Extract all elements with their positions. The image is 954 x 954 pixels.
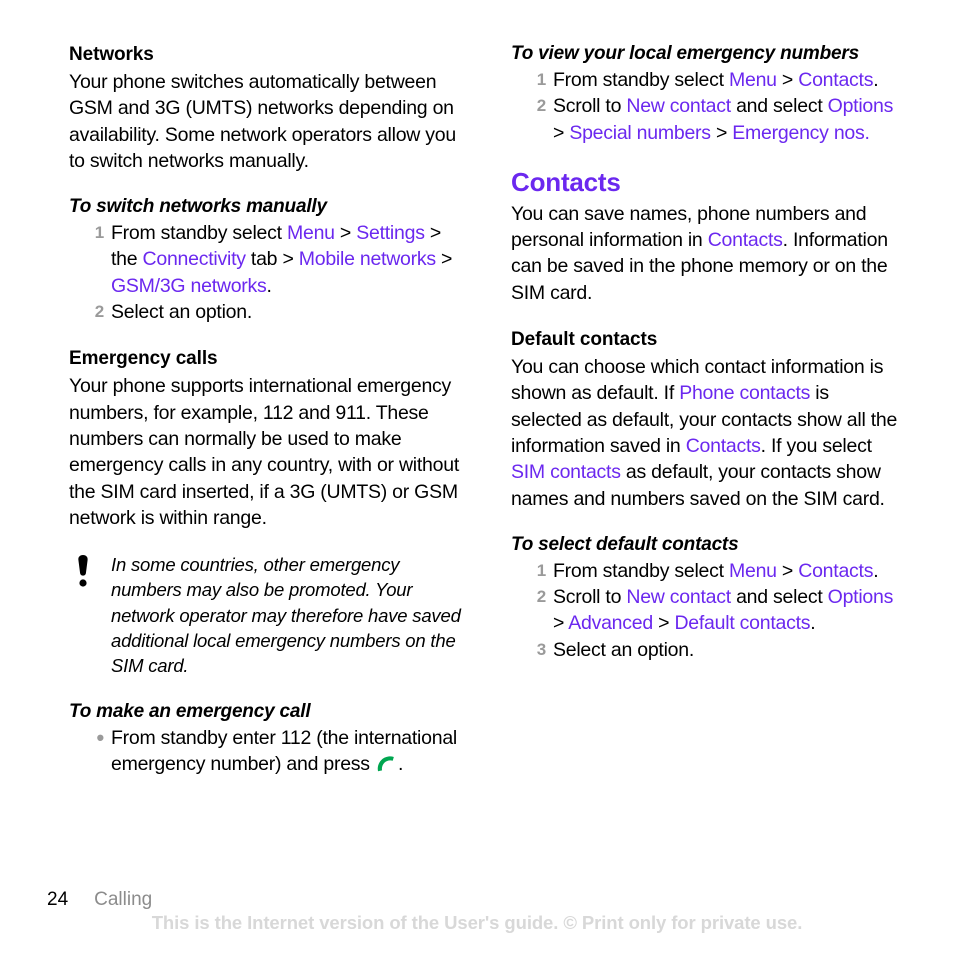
menu-path-link[interactable]: SIM contacts xyxy=(511,461,621,483)
step-marker: • xyxy=(96,724,105,750)
contacts-intro-paragraph: You can save names, phone numbers and pe… xyxy=(511,202,888,304)
task-heading-switch-networks: To switch networks manually xyxy=(69,196,327,218)
menu-path-link[interactable]: GSM/3G networks xyxy=(111,275,267,297)
task-heading-view-emergency-numbers: To view your local emergency numbers xyxy=(511,43,859,64)
step-text: From standby select Menu > Settings > th… xyxy=(111,222,453,297)
footer-page-number: 24 xyxy=(47,889,69,910)
subsection-heading-emergency-calls: Emergency calls xyxy=(69,348,218,370)
step-item: 1 From standby select Menu > Contacts. xyxy=(511,67,903,93)
step-text: From standby select Menu > Contacts. xyxy=(553,559,879,582)
menu-path-link[interactable]: Menu xyxy=(729,69,777,91)
step-marker: 2 xyxy=(536,587,546,607)
step-marker: 1 xyxy=(536,560,546,580)
menu-path-link[interactable]: Contacts xyxy=(798,69,873,91)
exclamation-note-icon xyxy=(72,554,94,588)
note-text: In some countries, other emergency numbe… xyxy=(111,554,461,677)
step-item: • From standby enter 112 (the internation… xyxy=(69,725,461,778)
left-column: Networks Your phone switches automatical… xyxy=(69,42,461,777)
step-item: 1 From standby select Menu > Settings > t… xyxy=(69,220,461,299)
menu-path-link[interactable]: Contacts xyxy=(798,560,873,582)
step-marker: 1 xyxy=(94,223,104,243)
networks-intro-paragraph: Your phone switches automatically betwee… xyxy=(69,71,456,172)
step-marker: 1 xyxy=(536,70,546,89)
footer-line: 24 Calling xyxy=(47,888,152,912)
steps-emergency-call: • From standby enter 112 (the internation… xyxy=(69,725,461,778)
step-marker: 3 xyxy=(536,639,546,659)
menu-path-link[interactable]: Default contacts xyxy=(674,612,810,634)
step-item: 3 Select an option. xyxy=(511,637,903,663)
steps-switch-networks: 1 From standby select Menu > Settings > t… xyxy=(69,220,461,325)
menu-path-link[interactable]: Options xyxy=(828,586,894,608)
task-heading-emergency-call: To make an emergency call xyxy=(69,700,311,722)
step-text: Select an option. xyxy=(111,301,253,324)
menu-path-link[interactable]: Connectivity xyxy=(143,248,246,270)
step-text: Scroll to New contact and select Options… xyxy=(553,586,894,635)
menu-path-link[interactable]: Settings xyxy=(356,222,425,244)
step-item: 2 Scroll to New contact and select Option… xyxy=(511,93,903,146)
task-heading-select-default-contacts: To select default contacts xyxy=(511,533,739,555)
step-item: 2 Select an option. xyxy=(69,299,461,325)
step-item: 2 Scroll to New contact and select Option… xyxy=(511,584,903,637)
step-marker: 2 xyxy=(536,96,546,116)
subsection-heading-default-contacts: Default contacts xyxy=(511,329,658,351)
menu-path-link[interactable]: New contact xyxy=(626,586,731,608)
steps-select-default-contacts: 1 From standby select Menu > Contacts. 2 Sc… xyxy=(511,558,903,663)
menu-path-link[interactable]: Mobile networks xyxy=(299,248,436,270)
menu-path-link[interactable]: Special numbers xyxy=(569,122,711,144)
steps-view-emergency-numbers: 1 From standby select Menu > Contacts. 2 Sc… xyxy=(511,67,903,146)
menu-path-link[interactable]: Advanced xyxy=(568,612,653,634)
step-text: Scroll to New contact and select Options… xyxy=(553,95,894,144)
right-column: To view your local emergency numbers 1 Fr… xyxy=(511,42,903,663)
step-item: 1 From standby select Menu > Contacts. xyxy=(511,558,903,584)
menu-path-link[interactable]: Emergency nos. xyxy=(732,122,870,144)
menu-path-link[interactable]: Options xyxy=(828,95,894,117)
note-callout: In some countries, other emergency numbe… xyxy=(69,552,461,678)
footer-watermark: This is the Internet version of the User… xyxy=(151,912,803,933)
step-text: Select an option. xyxy=(553,638,695,661)
emergency-calls-paragraph: Your phone supports international emerge… xyxy=(69,375,459,529)
call-handset-icon xyxy=(377,756,394,772)
menu-path-link[interactable]: New contact xyxy=(626,95,731,117)
menu-path-link[interactable]: Phone contacts xyxy=(679,382,810,404)
step-marker: 2 xyxy=(94,302,104,322)
menu-path-link[interactable]: Menu xyxy=(729,560,777,582)
step-text: From standby select Menu > Contacts. xyxy=(553,69,879,91)
manual-page: Networks Your phone switches automatical… xyxy=(0,0,954,954)
menu-path-link[interactable]: Menu xyxy=(287,222,335,244)
section-heading-networks: Networks xyxy=(69,44,154,65)
default-contacts-paragraph: You can choose which contact information… xyxy=(511,356,898,510)
footer-chapter-name: Calling xyxy=(94,889,153,910)
menu-path-link[interactable]: Contacts xyxy=(686,435,761,457)
step-text: From standby enter 112 (the internationa… xyxy=(111,726,458,775)
menu-path-link[interactable]: Contacts xyxy=(708,229,783,251)
chapter-heading-contacts: Contacts xyxy=(511,166,621,197)
